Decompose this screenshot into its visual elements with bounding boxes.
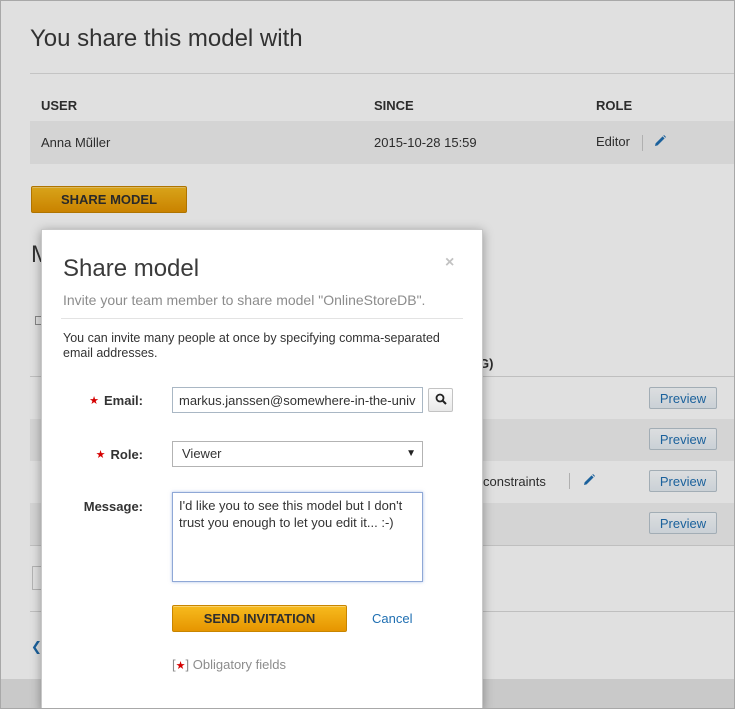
message-field[interactable]: I'd like you to see this model but I don… (172, 492, 423, 582)
cancel-link[interactable]: Cancel (372, 611, 412, 626)
role-select[interactable]: Viewer ▼ (172, 441, 423, 467)
obligatory-fields-text: Obligatory fields (192, 657, 286, 672)
share-model-dialog: × Share model Invite your team member to… (41, 229, 483, 708)
page: You share this model with USER SINCE ROL… (0, 0, 735, 709)
search-icon (435, 393, 447, 408)
role-select-value: Viewer (182, 446, 222, 461)
email-label-text: Email: (103, 393, 143, 408)
search-contacts-button[interactable] (428, 388, 453, 412)
dialog-title: Share model (63, 255, 200, 282)
role-label-text: Role: (110, 447, 144, 462)
close-icon[interactable]: × (445, 255, 454, 271)
required-star-icon: ★ (175, 660, 186, 672)
obligatory-fields-note: [★] Obligatory fields (172, 657, 286, 672)
dialog-help-text: You can invite many people at once by sp… (63, 331, 440, 360)
message-label: Message: (83, 499, 143, 514)
dialog-subtitle: Invite your team member to share model "… (63, 292, 426, 308)
email-field[interactable] (172, 387, 423, 413)
dialog-divider (61, 318, 463, 319)
dropdown-arrow-icon: ▼ (406, 448, 416, 459)
required-star-icon: ★ (89, 395, 99, 407)
email-label: ★ Email: (63, 393, 143, 408)
bracket-close: ] (185, 657, 190, 672)
required-star-icon: ★ (95, 449, 106, 461)
send-invitation-button[interactable]: SEND INVITATION (172, 605, 347, 632)
role-label: ★ Role: (63, 447, 143, 462)
